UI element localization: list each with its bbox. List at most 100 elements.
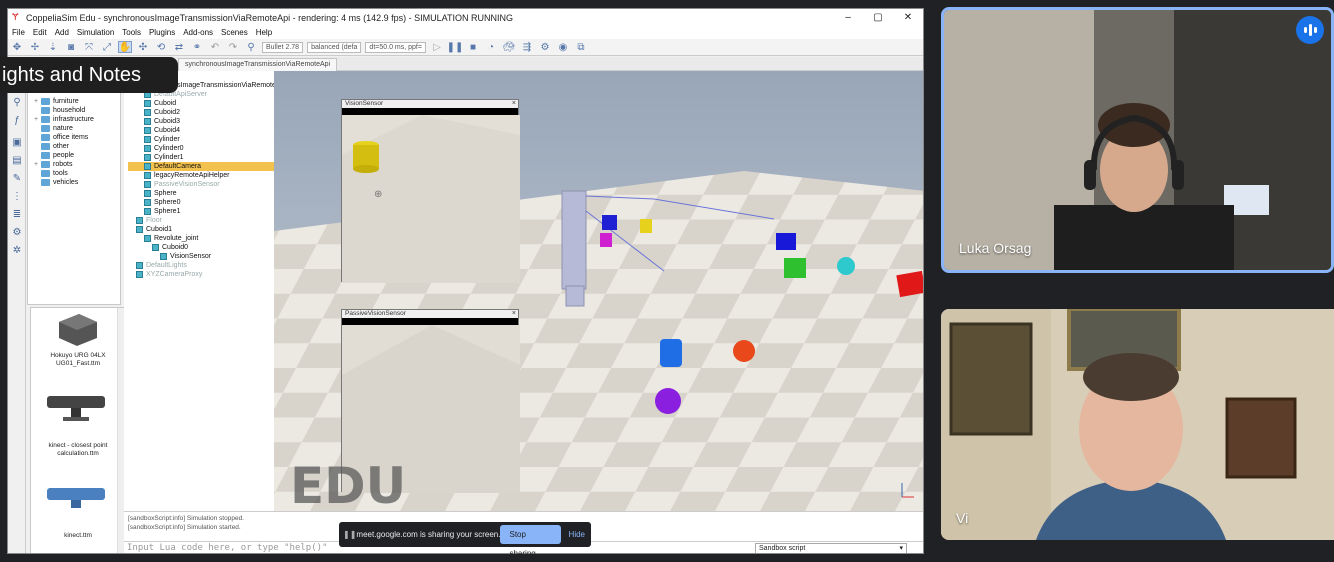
list-item[interactable]: vehicles: [34, 178, 78, 187]
shape-icon: [144, 136, 151, 143]
assemble-icon[interactable]: ⇄: [172, 41, 186, 53]
pause-simulation-icon[interactable]: ❚❚: [447, 41, 464, 53]
hierarchy-item[interactable]: Cuboid4: [144, 126, 180, 135]
page-icon[interactable]: ⧉: [574, 41, 588, 53]
hierarchy-item[interactable]: Cuboid3: [144, 117, 180, 126]
participant-tile[interactable]: Vi: [941, 309, 1334, 540]
menu-add-ons[interactable]: Add-ons: [179, 28, 217, 37]
close-icon[interactable]: ×: [512, 310, 516, 318]
hierarchy-item[interactable]: XYZCameraProxy: [136, 270, 202, 279]
model-thumbnails: Hokuyo URG 04LX UG01_Fast.ttm kinect - c…: [30, 307, 126, 553]
list-item[interactable]: other: [34, 142, 69, 151]
menu-plugins[interactable]: Plugins: [145, 28, 179, 37]
menu-file[interactable]: File: [8, 28, 29, 37]
list-item[interactable]: + furniture: [34, 97, 79, 106]
hierarchy-item[interactable]: Cuboid: [144, 99, 176, 108]
timestep-select[interactable]: dt=50.0 ms, ppf=: [365, 41, 426, 53]
fx-icon[interactable]: ƒ: [11, 115, 23, 127]
menu-simulation[interactable]: Simulation: [73, 28, 118, 37]
rotate-object-icon[interactable]: ⟲: [154, 41, 168, 53]
menu-scenes[interactable]: Scenes: [217, 28, 252, 37]
scene-viewport[interactable]: VisionSensor × ⊕ PassiveVisionSensor × E…: [274, 71, 923, 511]
close-button[interactable]: ✕: [893, 12, 923, 23]
shape-icon: [144, 181, 151, 188]
chevron-down-icon: ▾: [899, 545, 903, 552]
hokuyo-thumbnail[interactable]: [53, 312, 101, 348]
menu-edit[interactable]: Edit: [29, 28, 51, 37]
lua-input[interactable]: Input Lua code here, or type "help()": [127, 543, 327, 553]
scene-icon[interactable]: ▣: [11, 137, 23, 149]
hierarchy-item[interactable]: Cylinder1: [144, 153, 184, 162]
menu-tools[interactable]: Tools: [118, 28, 145, 37]
close-icon[interactable]: ×: [512, 100, 516, 108]
list-item[interactable]: people: [34, 151, 74, 160]
settings-icon[interactable]: ⚙: [11, 227, 23, 239]
list-item[interactable]: household: [34, 106, 85, 115]
stop-simulation-icon[interactable]: ■: [466, 41, 480, 53]
fit-to-view-icon[interactable]: ⤢: [100, 41, 114, 53]
camera-pan-icon[interactable]: ✥: [10, 41, 24, 53]
hierarchy-item[interactable]: DefaultLights: [136, 261, 187, 270]
list-item[interactable]: tools: [34, 169, 68, 178]
image-icon[interactable]: ▤: [11, 155, 23, 167]
redo-icon[interactable]: ↷: [226, 41, 240, 53]
vision-sensor-window[interactable]: VisionSensor × ⊕: [341, 99, 520, 283]
hierarchy-item[interactable]: Sphere1: [144, 207, 180, 216]
hide-button[interactable]: Hide: [569, 530, 585, 539]
camera-shift-icon[interactable]: ⇣: [46, 41, 60, 53]
faster-icon[interactable]: ⇶: [520, 41, 534, 53]
menu-add[interactable]: Add: [51, 28, 73, 37]
threaded-rendering-icon[interactable]: ⚙: [538, 41, 552, 53]
transfer-dna-icon[interactable]: ⚭: [190, 41, 204, 53]
kinect-closest-thumbnail[interactable]: [43, 390, 109, 424]
hierarchy-icon[interactable]: ⋮: [11, 191, 23, 203]
left-toolstrip: ⚲ ƒ ▣ ▤ ✎ ⋮ ≣ ⚙ ✲: [8, 57, 26, 553]
list-item[interactable]: + infrastructure: [34, 115, 94, 124]
menu-help[interactable]: Help: [252, 28, 276, 37]
zoom-icon[interactable]: ⚲: [11, 97, 23, 109]
scene-tab[interactable]: synchronousImageTransmissionViaRemoteApi: [178, 58, 338, 71]
hierarchy-item[interactable]: VisionSensor: [160, 252, 211, 261]
gear-icon[interactable]: ✲: [11, 245, 23, 257]
start-simulation-icon[interactable]: ▷: [430, 41, 444, 53]
shape-icon: [144, 109, 151, 116]
hierarchy-item[interactable]: DefaultCamera: [128, 162, 280, 171]
hierarchy-item[interactable]: Cuboid0: [152, 243, 188, 252]
dynamics-icon[interactable]: ⚲: [244, 41, 258, 53]
hierarchy-item[interactable]: Revolute_joint: [144, 234, 198, 243]
script-icon[interactable]: ✎: [11, 173, 23, 185]
undo-icon[interactable]: ↶: [208, 41, 222, 53]
folder-icon: [41, 170, 50, 177]
hierarchy-item[interactable]: Cylinder0: [144, 144, 184, 153]
camera-rotate-icon[interactable]: ✢: [28, 41, 42, 53]
camera-zoom-icon[interactable]: ◙: [64, 41, 78, 53]
slower-icon[interactable]: 🐢︎: [502, 41, 516, 53]
hierarchy-item[interactable]: Sphere: [144, 189, 177, 198]
highlights-and-notes-panel[interactable]: ights and Notes: [0, 57, 178, 93]
layers-icon[interactable]: ≣: [11, 209, 23, 221]
script-select[interactable]: Sandbox script ▾: [755, 543, 907, 553]
physics-engine-select[interactable]: Bullet 2.78: [262, 41, 304, 53]
list-item[interactable]: office items: [34, 133, 88, 142]
minimize-button[interactable]: –: [833, 12, 863, 23]
hierarchy-item[interactable]: Sphere0: [144, 198, 180, 207]
shape-icon: [136, 271, 143, 278]
simulation-mode-select[interactable]: balanced (defa: [307, 41, 362, 53]
hierarchy-item[interactable]: PassiveVisionSensor: [144, 180, 220, 189]
hierarchy-item[interactable]: Cuboid1: [136, 225, 172, 234]
stop-sharing-button[interactable]: Stop sharing: [500, 525, 561, 558]
maximize-button[interactable]: ▢: [863, 12, 893, 23]
hierarchy-item[interactable]: Floor: [136, 216, 162, 225]
hierarchy-item[interactable]: Cylinder: [144, 135, 180, 144]
camera-angle-icon[interactable]: ⤧: [82, 41, 96, 53]
visualization-icon[interactable]: ◉: [556, 41, 570, 53]
realtime-icon[interactable]: ◔: [484, 41, 498, 53]
list-item[interactable]: nature: [34, 124, 73, 133]
participant-tile[interactable]: Luka Orsag: [941, 7, 1334, 273]
select-icon[interactable]: ✋: [118, 41, 132, 53]
hierarchy-item[interactable]: Cuboid2: [144, 108, 180, 117]
hierarchy-item[interactable]: legacyRemoteApiHelper: [144, 171, 229, 180]
kinect-thumbnail[interactable]: [43, 480, 109, 514]
translate-icon[interactable]: ✣: [136, 41, 150, 53]
list-item[interactable]: + robots: [34, 160, 72, 169]
